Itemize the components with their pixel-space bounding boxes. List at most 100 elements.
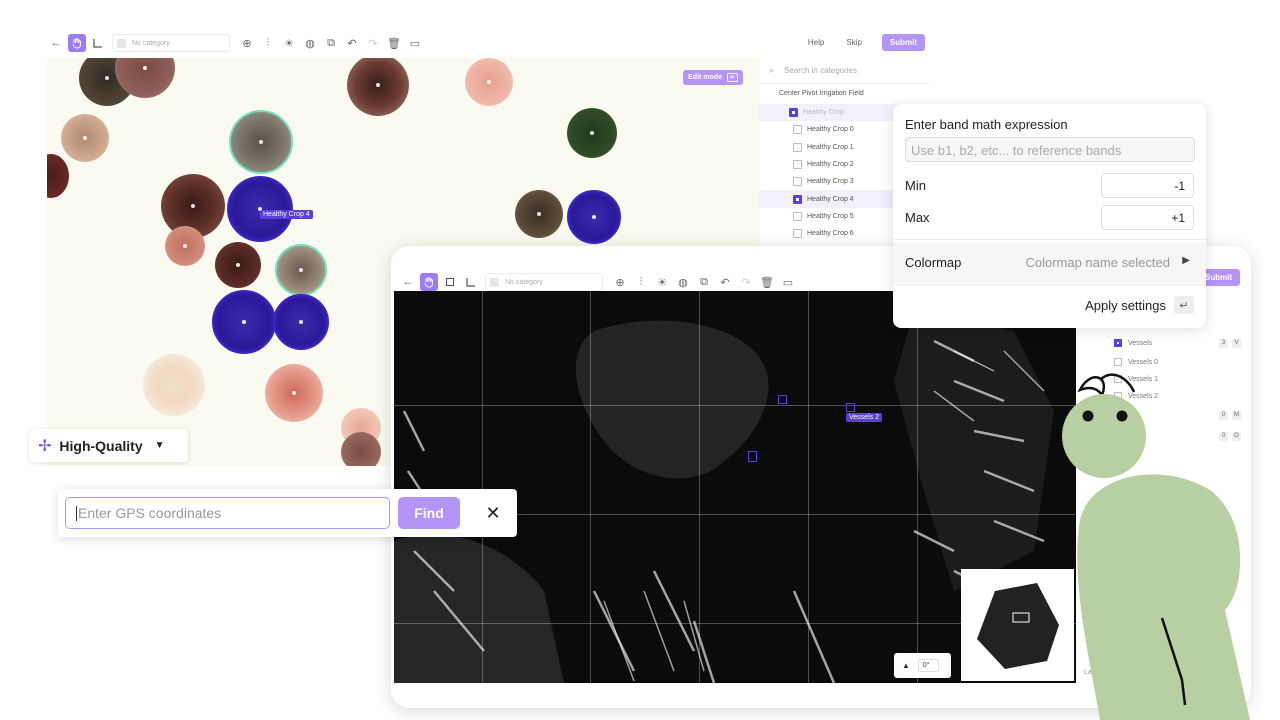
vessel-bbox[interactable] [846,403,855,412]
grid-line [808,291,809,683]
pivot-field-selected[interactable] [567,190,621,244]
pivot-field [47,154,69,198]
pivot-field [61,114,109,162]
pivot-field-selected[interactable] [273,294,329,350]
find-button[interactable]: Find [398,497,460,529]
comment-icon[interactable]: ▭ [779,273,797,291]
quality-label: High-Quality [59,437,143,454]
colormap-row[interactable]: Colormap Colormap name selected ▶ [893,243,1206,283]
category-swatch [117,38,126,48]
category-item-label: Healthy Crop 6 [807,230,854,238]
hand-tool-icon[interactable] [420,273,438,291]
apply-settings-button[interactable]: Apply settings ↵ [1085,296,1194,314]
layers-icon[interactable]: ⧉ [322,34,340,52]
skip-link[interactable]: Skip [846,38,862,47]
bbox-icon [789,108,798,118]
bbox-icon [1114,339,1122,347]
pivot-field [347,58,409,116]
pivot-field [341,432,381,466]
pivot-label: Healthy Crop 4 [260,210,313,219]
grid-line [590,291,591,683]
bbox-tool-icon[interactable] [441,273,459,291]
band-expression-input[interactable]: Use b1, b2, etc... to reference bands [905,137,1195,162]
brightness-icon[interactable]: ☀ [653,273,671,291]
chevron-down-icon: ▼ [154,440,165,451]
gps-placeholder: Enter GPS coordinates [78,505,222,521]
edit-mode-label: Edit mode [688,74,722,81]
vessel-bbox[interactable] [748,451,757,462]
satellite-map-canvas[interactable]: Vessels 2 ▲ 0° [394,291,1076,683]
back-arrow-icon[interactable]: ← [399,273,417,291]
bbox-icon [793,177,802,187]
redo-icon[interactable]: ↷ [737,273,755,291]
category-group[interactable]: Vessels [1114,339,1152,347]
back-toolbar: ← No category ⊕ ⫶ ☀ ◍ ⧉ ↶ ↷ 🗑 ▭ [47,28,427,58]
divider [893,239,1206,240]
north-arrow-icon: ▲ [902,661,910,670]
gps-input[interactable]: Enter GPS coordinates [65,497,390,529]
quality-select[interactable]: ✢ High-Quality ▼ [29,429,188,462]
bbox-icon [793,125,802,135]
polyline-tool-icon[interactable] [462,273,480,291]
polyline-tool-icon[interactable] [89,34,107,52]
bbox-icon [793,229,802,239]
mascot-illustration [1062,373,1250,720]
apply-settings-label: Apply settings [1085,297,1166,313]
category-search[interactable]: ⌕ Search in categories [759,58,931,84]
category-select-label: No category [132,39,170,47]
compass-control[interactable]: ▲ 0° [894,653,951,678]
pivot-field [567,108,617,158]
category-search-placeholder: Search in categories [784,66,857,75]
brightness-icon[interactable]: ☀ [280,34,298,52]
category-select[interactable]: No category [485,273,603,291]
redo-icon[interactable]: ↷ [364,34,382,52]
category-item-label: Healthy Crop 2 [807,161,854,169]
hand-tool-icon[interactable] [68,34,86,52]
grid-line [482,291,483,683]
globe-icon[interactable]: ◍ [301,34,319,52]
adjust-sliders-icon[interactable]: ⫶ [632,273,650,291]
bbox-icon [793,211,802,221]
category-item-label: Healthy Crop [803,109,844,117]
pivot-field [465,58,513,106]
shortcut-badge: 3 [1219,339,1228,348]
pivot-field [229,110,293,174]
grid-line [699,291,700,683]
edit-mode-badge[interactable]: Edit mode ↵ [683,70,743,85]
trash-icon[interactable]: 🗑 [758,273,776,291]
category-select[interactable]: No category [112,34,230,52]
max-label: Max [905,210,930,225]
back-arrow-icon[interactable]: ← [47,34,65,52]
pivot-field [143,354,205,416]
zoom-icon[interactable]: ⊕ [238,34,256,52]
help-link[interactable]: Help [808,38,824,47]
sparkle-icon: ✢ [38,437,52,455]
comment-icon[interactable]: ▭ [406,34,424,52]
category-swatch [490,277,499,287]
bbox-icon [793,142,802,152]
pivot-field-selected[interactable] [212,290,276,354]
submit-button[interactable]: Submit [881,34,925,51]
top-actions: Help Skip Submit [786,34,925,51]
globe-icon[interactable]: ◍ [674,273,692,291]
category-group-label: Vessels [1128,339,1153,347]
bbox-icon [793,160,802,170]
category-item-label: Healthy Crop 1 [807,143,854,151]
trash-icon[interactable]: 🗑 [385,34,403,52]
divider [893,284,1206,285]
layers-icon[interactable]: ⧉ [695,273,713,291]
pivot-field [215,242,261,288]
max-input[interactable]: +1 [1101,205,1194,230]
undo-icon[interactable]: ↶ [343,34,361,52]
zoom-icon[interactable]: ⊕ [611,273,629,291]
pivot-field [275,244,327,296]
return-key-icon: ↵ [1174,296,1194,314]
pivot-field-selected[interactable] [227,176,293,242]
close-icon[interactable]: ✕ [482,502,504,524]
vessel-bbox[interactable] [778,395,787,404]
adjust-sliders-icon[interactable]: ⫶ [259,34,277,52]
undo-icon[interactable]: ↶ [716,273,734,291]
category-select-label: No category [505,278,543,286]
min-input[interactable]: -1 [1101,173,1194,198]
category-item-label: Healthy Crop 5 [807,212,854,220]
